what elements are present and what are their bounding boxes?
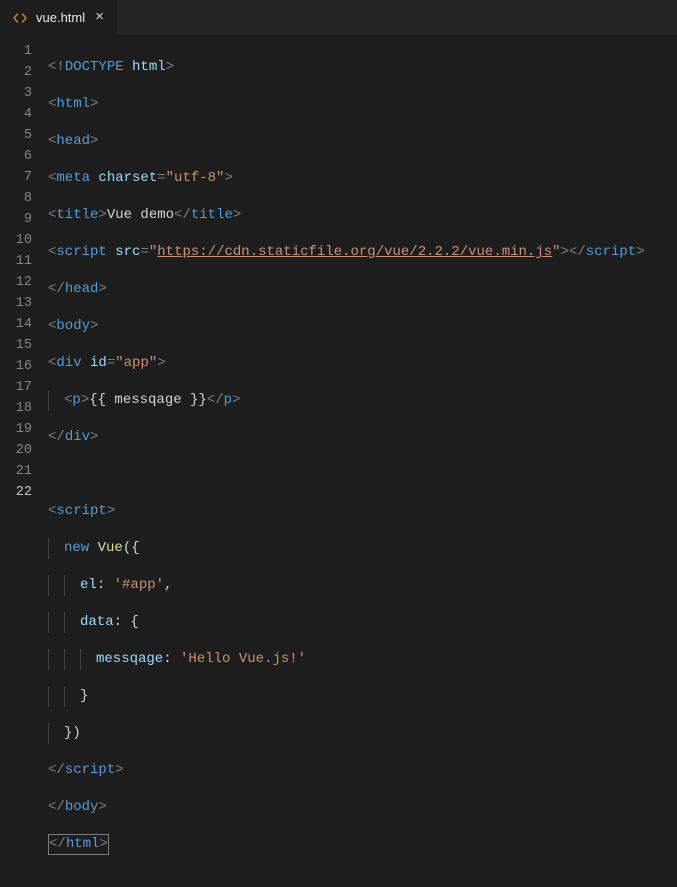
line-number: 14 bbox=[0, 314, 32, 335]
code-line[interactable]: new Vue({ bbox=[48, 538, 645, 559]
code-line[interactable]: </script> bbox=[48, 760, 645, 781]
code-line[interactable]: <script> bbox=[48, 501, 645, 522]
code-line[interactable]: }) bbox=[48, 723, 645, 744]
code-line[interactable]: } bbox=[48, 686, 645, 707]
line-number: 21 bbox=[0, 461, 32, 482]
code-line[interactable]: el: '#app', bbox=[48, 575, 645, 596]
line-number: 10 bbox=[0, 230, 32, 251]
line-number: 11 bbox=[0, 251, 32, 272]
tab-bar: vue.html × bbox=[0, 0, 677, 35]
tab-filename: vue.html bbox=[36, 10, 85, 25]
code-line[interactable]: <p>{{ messqage }}</p> bbox=[48, 390, 645, 411]
close-icon[interactable]: × bbox=[93, 8, 106, 27]
line-number: 15 bbox=[0, 335, 32, 356]
line-number: 20 bbox=[0, 440, 32, 461]
line-number: 9 bbox=[0, 209, 32, 230]
line-number: 5 bbox=[0, 125, 32, 146]
line-gutter: 1 2 3 4 5 6 7 8 9 10 11 12 13 14 15 16 1… bbox=[0, 35, 48, 500]
line-number: 1 bbox=[0, 41, 32, 62]
code-icon bbox=[12, 10, 28, 26]
line-number: 16 bbox=[0, 356, 32, 377]
code-line[interactable]: messqage: 'Hello Vue.js!' bbox=[48, 649, 645, 670]
code-line[interactable]: <!DOCTYPE html> bbox=[48, 57, 645, 78]
line-number: 17 bbox=[0, 377, 32, 398]
cursor-selection: </html> bbox=[48, 834, 109, 855]
editor[interactable]: 1 2 3 4 5 6 7 8 9 10 11 12 13 14 15 16 1… bbox=[0, 35, 677, 500]
code-line[interactable]: <html> bbox=[48, 94, 645, 115]
line-number: 3 bbox=[0, 83, 32, 104]
code-line[interactable]: <title>Vue demo</title> bbox=[48, 205, 645, 226]
code-line[interactable]: <head> bbox=[48, 131, 645, 152]
code-line[interactable]: <meta charset="utf-8"> bbox=[48, 168, 645, 189]
code-line[interactable]: </head> bbox=[48, 279, 645, 300]
code-line[interactable]: </div> bbox=[48, 427, 645, 448]
code-line[interactable] bbox=[48, 464, 645, 485]
line-number: 18 bbox=[0, 398, 32, 419]
file-tab[interactable]: vue.html × bbox=[0, 0, 117, 35]
code-line[interactable]: </html> bbox=[48, 834, 645, 855]
code-line[interactable]: </body> bbox=[48, 797, 645, 818]
line-number: 4 bbox=[0, 104, 32, 125]
line-number: 6 bbox=[0, 146, 32, 167]
line-number: 19 bbox=[0, 419, 32, 440]
line-number: 2 bbox=[0, 62, 32, 83]
code-line[interactable]: <div id="app"> bbox=[48, 353, 645, 374]
line-number: 7 bbox=[0, 167, 32, 188]
code-line[interactable]: <script src="https://cdn.staticfile.org/… bbox=[48, 242, 645, 263]
code-line[interactable]: data: { bbox=[48, 612, 645, 633]
line-number: 13 bbox=[0, 293, 32, 314]
code-line[interactable]: <body> bbox=[48, 316, 645, 337]
line-number: 12 bbox=[0, 272, 32, 293]
line-number: 8 bbox=[0, 188, 32, 209]
code-area[interactable]: <!DOCTYPE html> <html> <head> <meta char… bbox=[48, 35, 645, 500]
